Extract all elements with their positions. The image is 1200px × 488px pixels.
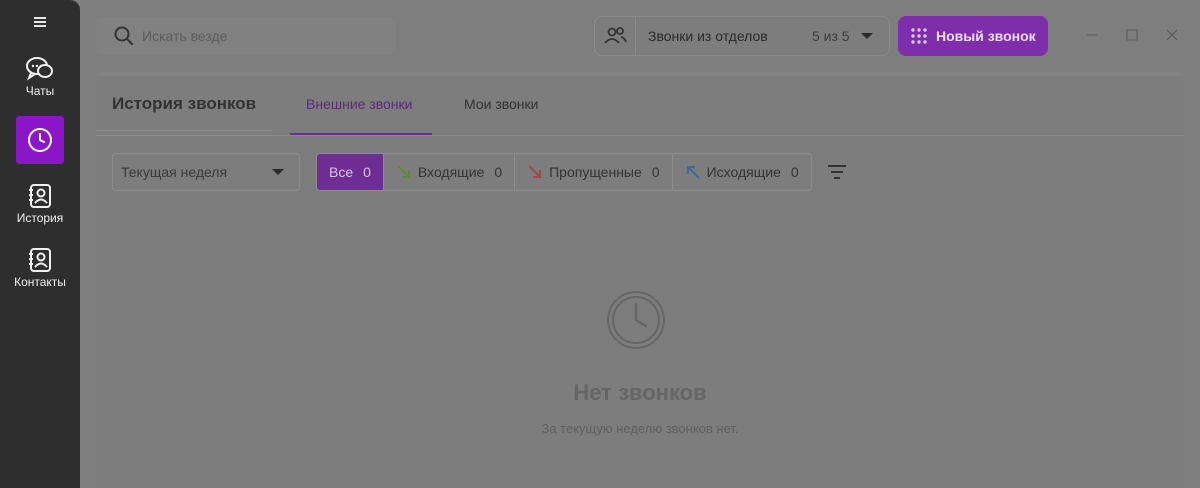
outgoing-arrow-icon xyxy=(686,166,700,179)
call-type-filter: Все 0 Входящие 0 Пропущенные 0 Исходящие… xyxy=(316,153,812,191)
history-contact-icon xyxy=(29,184,51,208)
sidebar-item-contacts[interactable]: Контакты xyxy=(0,247,80,289)
filter-all[interactable]: Все 0 xyxy=(317,154,384,190)
sidebar-item-label: Чаты xyxy=(25,84,55,98)
filter-icon[interactable] xyxy=(828,165,846,179)
filter-missed[interactable]: Пропущенные 0 xyxy=(515,154,673,190)
filter-outgoing[interactable]: Исходящие 0 xyxy=(673,154,811,190)
new-call-label: Новый звонок xyxy=(936,28,1036,44)
contacts-icon xyxy=(29,248,51,272)
sidebar-item-label: Контакты xyxy=(14,275,66,289)
filter-label: Исходящие xyxy=(706,164,781,180)
empty-state-subtitle: За текущую неделю звонков нет. xyxy=(541,421,739,436)
divider xyxy=(635,17,636,55)
incoming-arrow-icon xyxy=(397,165,410,178)
departments-label: Звонки из отделов xyxy=(648,28,768,44)
sidebar-item-label: История xyxy=(16,211,64,225)
sidebar-item-chats[interactable]: Чаты xyxy=(0,56,80,98)
sidebar: Чаты История Контакты xyxy=(0,0,80,488)
menu-icon[interactable] xyxy=(34,17,46,27)
title-underline xyxy=(96,130,272,131)
period-select[interactable]: Текущая неделя xyxy=(112,153,300,191)
page-title: История звонков xyxy=(112,94,257,113)
departments-count: 5 из 5 xyxy=(812,28,850,44)
dialpad-icon xyxy=(911,28,927,44)
departments-select[interactable]: Звонки из отделов 5 из 5 xyxy=(594,16,890,56)
close-icon[interactable] xyxy=(1165,28,1179,42)
filter-count: 0 xyxy=(494,164,503,180)
search-icon xyxy=(114,26,133,45)
filter-label: Все xyxy=(329,164,354,180)
calls-panel: История звонков Внешние звонки Мои звонк… xyxy=(96,72,1184,488)
sidebar-item-calls[interactable] xyxy=(16,116,64,164)
minimize-icon[interactable] xyxy=(1085,28,1099,42)
filter-label: Входящие xyxy=(417,164,485,180)
search-bar[interactable] xyxy=(96,17,396,55)
main-area: Звонки из отделов 5 из 5 Новый звонок Ис… xyxy=(80,0,1200,488)
filter-count: 0 xyxy=(790,164,799,180)
period-value: Текущая неделя xyxy=(121,164,228,180)
clock-icon xyxy=(607,291,665,349)
filter-count: 0 xyxy=(363,164,371,180)
filter-incoming[interactable]: Входящие 0 xyxy=(384,154,516,190)
clock-icon xyxy=(28,128,52,152)
new-call-button[interactable]: Новый звонок xyxy=(898,16,1048,56)
maximize-icon[interactable] xyxy=(1125,28,1139,42)
missed-arrow-icon xyxy=(528,165,542,178)
filter-count: 0 xyxy=(651,164,660,180)
chevron-down-icon xyxy=(861,33,873,39)
chat-icon xyxy=(26,57,53,81)
tab-my-calls[interactable]: Мои звонки xyxy=(464,96,538,112)
search-input[interactable] xyxy=(142,28,362,44)
panel-top-border xyxy=(96,72,1184,76)
sidebar-item-history[interactable]: История xyxy=(0,183,80,225)
empty-state-title: Нет звонков xyxy=(573,380,707,405)
filter-label: Пропущенные xyxy=(549,164,642,180)
tabs-divider xyxy=(96,135,1184,136)
tab-external-calls[interactable]: Внешние звонки xyxy=(306,96,412,112)
people-icon xyxy=(604,27,627,44)
chevron-down-icon xyxy=(272,169,284,175)
